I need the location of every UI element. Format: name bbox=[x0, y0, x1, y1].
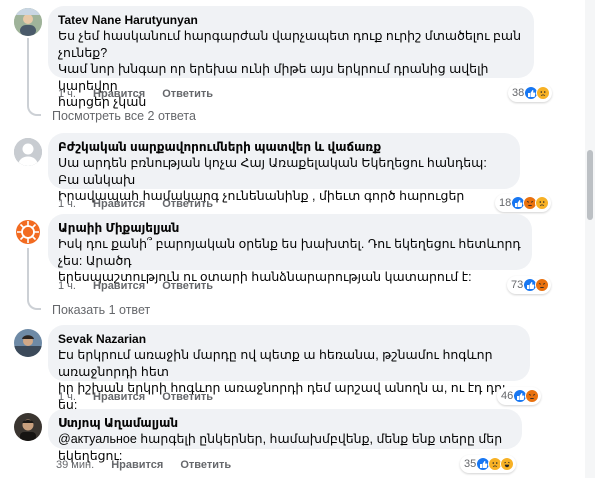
comment-actions: 39 мин. Нравится Ответить bbox=[56, 458, 245, 472]
angry-reaction-icon bbox=[535, 278, 550, 292]
like-button[interactable]: Нравится bbox=[93, 391, 145, 403]
comment-actions: 1 ч. Нравится Ответить bbox=[58, 390, 227, 404]
comment-time[interactable]: 1 ч. bbox=[58, 88, 76, 100]
reply-button[interactable]: Ответить bbox=[162, 88, 213, 100]
comment-time[interactable]: 1 ч. bbox=[58, 280, 76, 292]
profile-photo-icon bbox=[14, 8, 42, 36]
avatar[interactable] bbox=[14, 413, 42, 441]
reply-button[interactable]: Ответить bbox=[180, 459, 231, 471]
comment-bubble: Արաիի Միքայելյան Իսկ դու քանի՞ բարոյական… bbox=[48, 214, 532, 284]
scrollbar-thumb[interactable] bbox=[587, 150, 593, 220]
haha-reaction-icon bbox=[500, 457, 515, 471]
reaction-count: 46 bbox=[501, 390, 514, 402]
comment-time[interactable]: 1 ч. bbox=[58, 391, 76, 403]
comment-author[interactable]: Sevak Nazarian bbox=[58, 331, 520, 347]
reaction-count: 35 bbox=[464, 458, 477, 470]
comment-author[interactable]: Ստյոպ Աղամալյան bbox=[58, 415, 512, 431]
reaction-summary[interactable]: 46 bbox=[497, 387, 542, 405]
default-profile-icon bbox=[14, 138, 42, 166]
profile-photo-icon bbox=[14, 413, 42, 441]
sad-reaction-icon bbox=[536, 86, 551, 100]
reply-button[interactable]: Ответить bbox=[162, 391, 213, 403]
comment-bubble: Tatev Nane Harutyunyan Ես չեմ հասկանում … bbox=[48, 6, 534, 109]
comment-actions: 1 ч. Нравится Ответить bbox=[58, 87, 227, 101]
comment-time[interactable]: 1 ч. bbox=[58, 198, 76, 210]
thread-connector bbox=[27, 300, 41, 310]
avatar[interactable] bbox=[14, 218, 42, 246]
reaction-count: 73 bbox=[511, 279, 524, 291]
like-button[interactable]: Нравится bbox=[93, 88, 145, 100]
avatar[interactable] bbox=[14, 8, 42, 36]
avatar[interactable] bbox=[14, 329, 42, 357]
scrollbar-track[interactable] bbox=[585, 0, 595, 478]
angry-reaction-icon bbox=[525, 389, 540, 403]
reaction-count: 18 bbox=[499, 197, 512, 209]
like-button[interactable]: Нравится bbox=[93, 280, 145, 292]
view-replies-link[interactable]: Посмотреть все 2 ответа bbox=[52, 109, 196, 123]
thread-connector bbox=[27, 106, 41, 116]
reply-button[interactable]: Ответить bbox=[162, 198, 213, 210]
view-replies-link[interactable]: Показать 1 ответ bbox=[52, 303, 150, 317]
like-button[interactable]: Нравится bbox=[111, 459, 163, 471]
reply-button[interactable]: Ответить bbox=[162, 280, 213, 292]
reaction-summary[interactable]: 38 bbox=[508, 84, 553, 102]
comment-bubble: Բժշկական սարքավորումների պատվեր և վաճառք… bbox=[48, 133, 520, 203]
comment-author[interactable]: Բժշկական սարքավորումների պատվեր և վաճառք bbox=[58, 139, 510, 155]
sad-reaction-icon bbox=[535, 196, 550, 210]
reaction-summary[interactable]: 73 bbox=[507, 276, 552, 294]
avatar[interactable] bbox=[14, 138, 42, 166]
reaction-summary[interactable]: 35 bbox=[460, 455, 517, 473]
profile-photo-icon bbox=[14, 329, 42, 357]
emblem-profile-icon bbox=[14, 218, 42, 246]
thread-line bbox=[27, 38, 29, 106]
comment-author[interactable]: Արաիի Միքայելյան bbox=[58, 220, 522, 236]
like-button[interactable]: Нравится bbox=[93, 198, 145, 210]
reaction-count: 38 bbox=[512, 87, 525, 99]
reaction-summary[interactable]: 18 bbox=[495, 194, 552, 212]
comment-actions: 1 ч. Нравится Ответить bbox=[58, 279, 227, 293]
comment-bubble: Ստյոպ Աղամալյան @актуальное հարգելի ընկե… bbox=[48, 409, 522, 463]
comment-bubble: Sevak Nazarian Էս երկրում առաջին մարդը ո… bbox=[48, 325, 530, 412]
comment-author[interactable]: Tatev Nane Harutyunyan bbox=[58, 12, 524, 28]
comment-actions: 1 ч. Нравится Ответить bbox=[58, 197, 227, 211]
comment-time[interactable]: 39 мин. bbox=[56, 459, 94, 471]
thread-line bbox=[27, 248, 29, 300]
